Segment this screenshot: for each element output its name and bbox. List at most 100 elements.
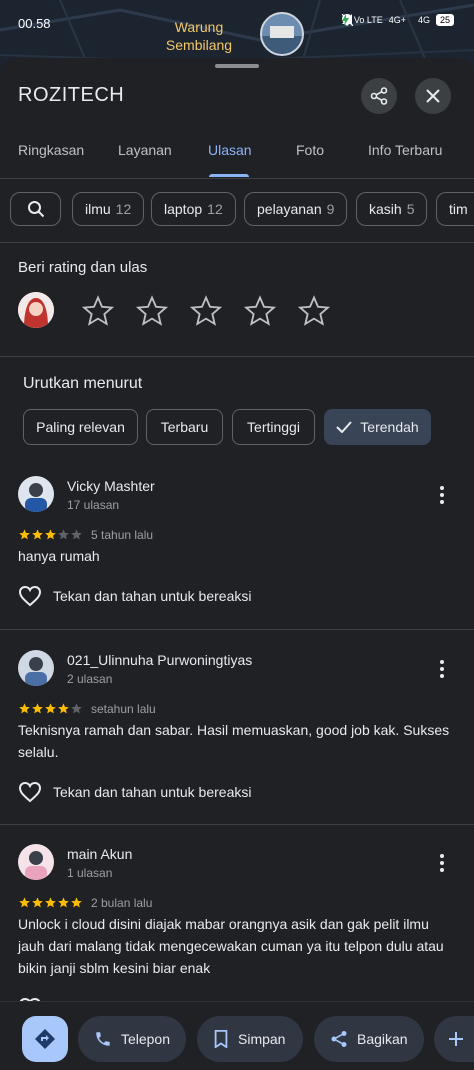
- reviewer-name[interactable]: 021_Ulinnuha Purwoningtiyas: [67, 652, 252, 668]
- bookmark-icon: [214, 1030, 228, 1048]
- topic-chip-label: kasih: [369, 201, 402, 217]
- tab-bar: Ringkasan Layanan Ulasan Foto Info Terba…: [0, 142, 474, 179]
- reviewer-review-count: 17 ulasan: [67, 498, 120, 512]
- tab-ringkasan[interactable]: Ringkasan: [18, 142, 84, 158]
- tab-info-terbaru[interactable]: Info Terbaru: [368, 142, 442, 158]
- heart-outline-icon: [18, 585, 42, 607]
- topic-chip-ilmu[interactable]: ilmu 12: [72, 192, 145, 226]
- place-title: ROZITECH: [18, 84, 125, 106]
- status-icons: Vo LTE 4G+ 4G 25: [341, 14, 460, 26]
- react-button-label: Tekan dan tahan untuk bereaksi: [53, 784, 252, 800]
- star-outline-icon: [81, 295, 115, 326]
- review-star-rating: [18, 896, 83, 910]
- star-empty-icon: [57, 528, 70, 542]
- review-item: main Akun 1 ulasan 2 bulan lalu Unlock i cl…: [0, 834, 474, 1019]
- review-text: hanya rumah: [18, 548, 100, 564]
- review-item: Vicky Mashter 17 ulasan 5 tahun lalu hanya …: [0, 466, 474, 607]
- rate-star-4-button[interactable]: [243, 294, 277, 328]
- review-more-button[interactable]: [434, 484, 450, 506]
- reviewer-avatar[interactable]: [18, 650, 54, 686]
- sort-option-tertinggi[interactable]: Tertinggi: [232, 409, 315, 445]
- tab-foto[interactable]: Foto: [296, 142, 324, 158]
- topic-chip-laptop[interactable]: laptop 12: [151, 192, 236, 226]
- map-place-thumbnail[interactable]: [260, 12, 304, 56]
- rate-star-3-button[interactable]: [189, 294, 223, 328]
- reviewer-avatar[interactable]: [18, 844, 54, 880]
- reviewer-review-count: 1 ulasan: [67, 866, 113, 880]
- share-button[interactable]: [361, 78, 397, 114]
- more-vert-icon: [440, 660, 444, 678]
- directions-button[interactable]: [22, 1016, 68, 1062]
- review-star-rating: [18, 528, 83, 542]
- topic-chip-kasih[interactable]: kasih 5: [356, 192, 428, 226]
- topic-chip-count: 9: [326, 201, 335, 217]
- phone-icon: [96, 1032, 110, 1046]
- topic-chip-label: pelayanan: [257, 201, 322, 217]
- review-text: Unlock i cloud disini diajak mabar orang…: [18, 916, 444, 976]
- topic-chip-pelayanan[interactable]: pelayanan 9: [244, 192, 348, 226]
- topic-chip-label: laptop: [164, 201, 203, 217]
- react-button-label: Tekan dan tahan untuk bereaksi: [53, 588, 252, 604]
- more-vert-icon: [440, 486, 444, 504]
- star-filled-icon: [70, 896, 83, 910]
- directions-icon: [35, 1029, 55, 1049]
- star-empty-icon: [70, 702, 83, 716]
- rate-star-1-button[interactable]: [81, 294, 115, 328]
- review-more-button[interactable]: [434, 658, 450, 680]
- reviewer-review-count: 2 ulasan: [67, 672, 113, 686]
- sort-option-terendah[interactable]: Terendah: [324, 409, 431, 445]
- rate-star-2-button[interactable]: [135, 294, 169, 328]
- network-label-2: 4G+: [388, 15, 406, 25]
- react-button[interactable]: Tekan dan tahan untuk bereaksi: [18, 583, 251, 609]
- save-button-label: Simpan: [238, 1031, 286, 1047]
- review-date: setahun lalu: [91, 702, 156, 716]
- topic-chip-label: tim: [449, 201, 468, 217]
- star-outline-icon: [189, 295, 223, 326]
- sort-option-label: Terendah: [360, 419, 419, 435]
- reviewer-name[interactable]: Vicky Mashter: [67, 478, 155, 494]
- rate-star-5-button[interactable]: [297, 294, 331, 328]
- save-button[interactable]: Simpan: [197, 1016, 303, 1062]
- action-bar: Telepon Simpan Bagikan: [0, 1001, 474, 1070]
- reviewer-name[interactable]: main Akun: [67, 846, 132, 862]
- star-empty-icon: [70, 528, 83, 542]
- star-filled-icon: [31, 528, 44, 542]
- call-button[interactable]: Telepon: [78, 1016, 186, 1062]
- star-filled-icon: [31, 702, 44, 716]
- search-reviews-button[interactable]: [10, 192, 61, 226]
- sort-option-paling-relevan[interactable]: Paling relevan: [23, 409, 138, 445]
- network-label-1: Vo LTE: [353, 15, 383, 25]
- topic-chip-label: ilmu: [85, 201, 111, 217]
- star-filled-icon: [44, 896, 57, 910]
- status-time: 00.58: [18, 16, 51, 31]
- tab-layanan[interactable]: Layanan: [118, 142, 172, 158]
- heart-outline-icon: [18, 781, 42, 803]
- close-button[interactable]: [415, 78, 451, 114]
- react-button[interactable]: Tekan dan tahan untuk bereaksi: [18, 779, 251, 805]
- tab-ulasan[interactable]: Ulasan: [208, 142, 252, 158]
- call-button-label: Telepon: [120, 1031, 170, 1047]
- share-place-button[interactable]: Bagikan: [314, 1016, 424, 1062]
- review-date: 5 tahun lalu: [91, 528, 154, 542]
- topic-chip-tim[interactable]: tim: [436, 192, 474, 226]
- star-filled-icon: [18, 896, 31, 910]
- sort-section-title: Urutkan menurut: [23, 375, 143, 392]
- check-icon: [336, 421, 353, 433]
- sort-option-terbaru[interactable]: Terbaru: [146, 409, 223, 445]
- drag-handle[interactable]: [215, 64, 259, 68]
- share-place-button-label: Bagikan: [357, 1031, 408, 1047]
- star-filled-icon: [18, 528, 31, 542]
- review-more-button[interactable]: [434, 852, 450, 874]
- star-filled-icon: [57, 702, 70, 716]
- star-outline-icon: [243, 295, 277, 326]
- network-label-3: 4G: [417, 15, 430, 25]
- divider: [0, 242, 474, 243]
- review-star-rating: [18, 702, 83, 716]
- share-icon: [370, 87, 388, 105]
- battery-indicator: 25: [435, 14, 454, 26]
- more-actions-button[interactable]: [434, 1016, 474, 1062]
- divider: [0, 356, 474, 357]
- star-filled-icon: [57, 896, 70, 910]
- reviewer-avatar[interactable]: [18, 476, 54, 512]
- review-text: Teknisnya ramah dan sabar. Hasil memuask…: [18, 722, 450, 760]
